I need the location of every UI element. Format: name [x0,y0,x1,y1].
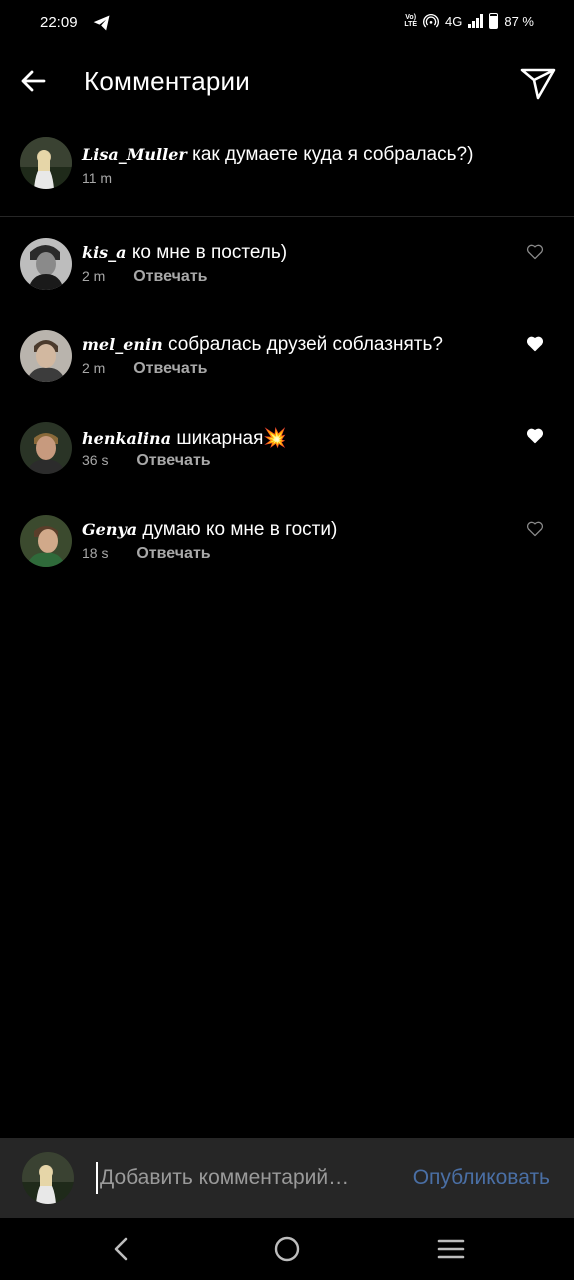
comment-item: Genya думаю ко мне в гости) 18 s Отвечат… [0,507,574,577]
post-caption: Lisa_Muller как думаете куда я собралась… [0,130,574,217]
publish-button[interactable]: Опубликовать [413,1166,550,1190]
comment-input[interactable] [96,1162,390,1194]
username[interactable]: mel_enin [82,335,163,354]
battery-percent: 87 % [504,13,534,29]
heart-outline-icon[interactable] [526,521,544,537]
reply-button[interactable]: Отвечать [136,452,210,469]
username[interactable]: henkalina [82,429,171,448]
caption-text: Lisa_Muller как думаете куда я собралась… [82,144,473,166]
network-type: 4G [445,13,463,29]
send-direct-icon[interactable] [518,62,558,102]
volte-indicator: Vo) LTE [404,14,418,28]
comment-meta: 2 m Отвечать [82,268,208,286]
comment-text: mel_enin собралась друзей соблазнять? [82,334,443,356]
comment-time: 2 m [82,268,106,284]
comment-item: henkalina шикарная💥 36 s Отвечать [0,414,574,484]
status-icons: Vo) LTE 4G 87 % [404,13,534,29]
comment-text: kis_a ко мне в постель) [82,242,287,264]
heart-filled-icon[interactable] [526,336,544,352]
username[interactable]: Genya [82,520,137,539]
comment-meta: 2 m Отвечать [82,360,208,378]
comment-item: kis_a ко мне в постель) 2 m Отвечать [0,230,574,300]
comment-body: собралась друзей соблазнять? [168,334,443,355]
hotspot-icon [423,13,439,28]
telegram-icon [93,15,110,31]
comment-meta: 36 s Отвечать [82,452,211,470]
comment-item: mel_enin собралась друзей соблазнять? 2 … [0,322,574,392]
username[interactable]: kis_a [82,243,127,262]
battery-icon [489,13,499,29]
my-avatar [22,1152,74,1204]
reply-button[interactable]: Отвечать [133,268,207,285]
back-arrow-icon[interactable] [18,66,48,96]
system-nav-bar [0,1218,574,1280]
avatar[interactable] [20,422,72,474]
nav-recents-icon[interactable] [436,1236,466,1262]
heart-filled-icon[interactable] [526,428,544,444]
heart-outline-icon[interactable] [526,244,544,260]
comment-composer: Опубликовать [0,1138,574,1218]
comment-time: 36 s [82,452,109,468]
comment-text: Genya думаю ко мне в гости) [82,519,337,541]
page-title: Комментарии [84,66,250,96]
avatar[interactable] [20,515,72,567]
signal-icon [468,14,484,28]
comment-time: 18 s [82,545,109,561]
comment-time: 2 m [82,360,106,376]
reply-button[interactable]: Отвечать [136,545,210,562]
reply-button[interactable]: Отвечать [133,360,207,377]
comment-body: думаю ко мне в гости) [142,519,338,540]
status-bar: 22:09 Vo) LTE 4G 87 % [0,0,574,48]
avatar[interactable] [20,137,72,189]
caption-time: 11 m [82,170,113,186]
comment-text: henkalina шикарная💥 [82,426,287,450]
username[interactable]: Lisa_Muller [82,145,187,164]
comment-meta: 18 s Отвечать [82,545,211,563]
header: Комментарии [0,48,574,116]
comment-body: ко мне в постель) [131,242,288,263]
avatar[interactable] [20,238,72,290]
nav-home-icon[interactable] [274,1236,300,1262]
comment-body: шикарная💥 [176,428,288,449]
status-time: 22:09 [40,14,78,31]
nav-back-icon[interactable] [108,1236,134,1262]
avatar[interactable] [20,330,72,382]
caption-body: как думаете куда я собралась?) [192,144,474,165]
